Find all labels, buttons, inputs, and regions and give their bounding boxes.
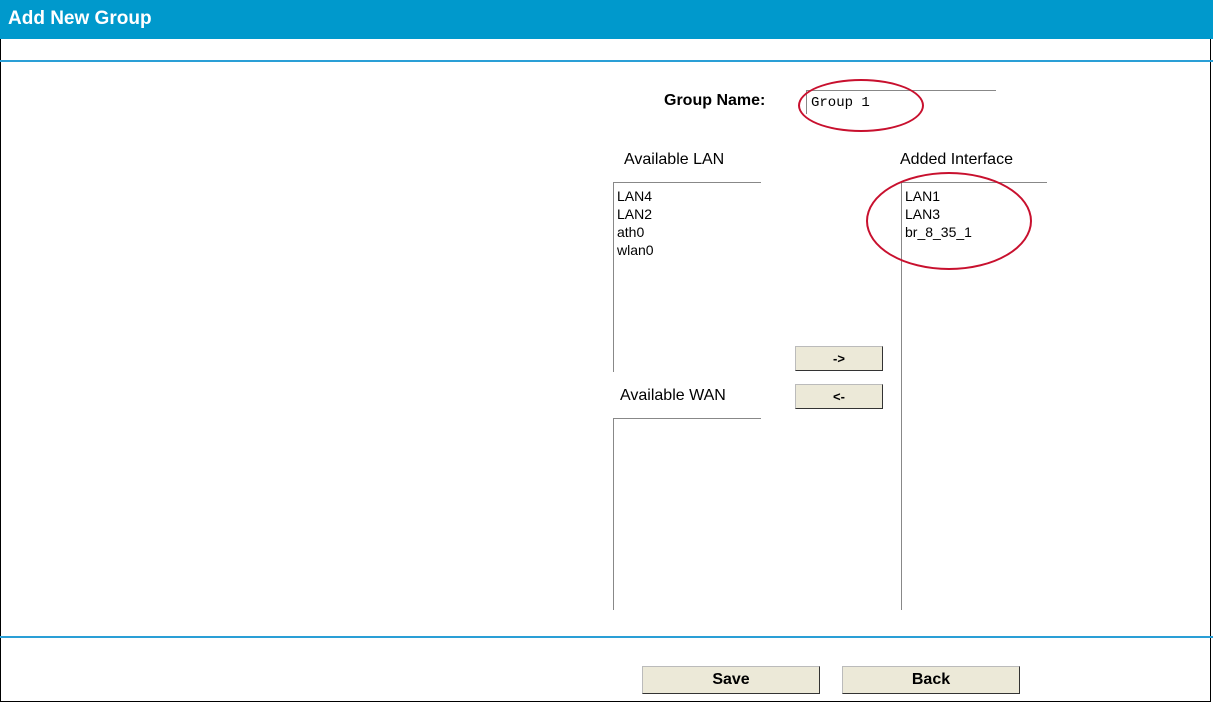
add-interface-button[interactable]: ->	[795, 346, 883, 371]
available-wan-label: Available WAN	[620, 387, 726, 404]
list-item[interactable]: LAN2	[616, 205, 759, 223]
page-title: Add New Group	[8, 8, 152, 29]
bottom-divider	[0, 636, 1213, 638]
group-name-label: Group Name:	[664, 92, 766, 109]
annotation-circle-added-interface	[866, 172, 1032, 270]
list-item[interactable]: LAN4	[616, 187, 759, 205]
header-bar: Add New Group	[0, 0, 1213, 39]
top-divider	[0, 60, 1213, 62]
back-button[interactable]: Back	[842, 666, 1020, 694]
available-lan-label: Available LAN	[624, 151, 725, 168]
remove-interface-button[interactable]: <-	[795, 384, 883, 409]
list-item[interactable]: wlan0	[616, 241, 759, 259]
added-interface-label: Added Interface	[900, 151, 1013, 168]
list-item[interactable]: ath0	[616, 223, 759, 241]
available-wan-list[interactable]	[613, 418, 761, 610]
annotation-circle-group-name	[798, 79, 924, 132]
save-button[interactable]: Save	[642, 666, 820, 694]
available-lan-list[interactable]: LAN4 LAN2 ath0 wlan0	[613, 182, 761, 372]
